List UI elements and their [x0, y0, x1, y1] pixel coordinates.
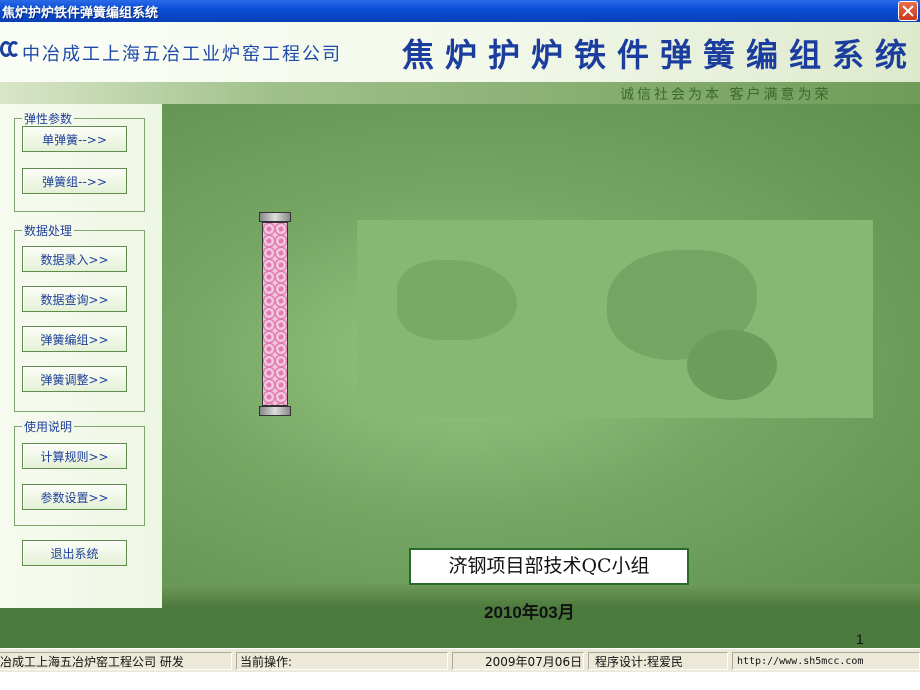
- spring-grouping-button[interactable]: 弹簧编组>>: [22, 326, 127, 352]
- calc-rules-button[interactable]: 计算规则>>: [22, 443, 127, 469]
- page-number: 1: [856, 631, 864, 647]
- title-bar: 焦炉护炉铁件弹簧编组系统: [0, 0, 920, 22]
- group-label-usage-instructions: 使用说明: [22, 418, 75, 435]
- close-icon[interactable]: [898, 1, 918, 21]
- group-label-elastic-params: 弹性参数: [22, 110, 75, 127]
- date-label: 2010年03月: [484, 603, 575, 622]
- status-date: 2009年07月06日: [452, 652, 584, 670]
- exit-button[interactable]: 退出系统: [22, 540, 127, 566]
- status-designer: 程序设计:程爱民: [588, 652, 728, 670]
- cc-logo-icon: [0, 39, 20, 59]
- window-title: 焦炉护炉铁件弹簧编组系统: [2, 6, 159, 21]
- spring-adjust-button[interactable]: 弹簧调整>>: [22, 366, 127, 392]
- slogan: 诚信社会为本 客户满意为荣: [620, 87, 832, 103]
- system-title: 焦炉护炉铁件弹簧编组系统: [402, 36, 919, 74]
- main-panel: [162, 104, 920, 608]
- status-current-op: 当前操作:: [236, 652, 448, 670]
- status-url: http://www.sh5mcc.com: [732, 652, 920, 670]
- company-name: 中冶成工上海五冶工业炉窑工程公司: [22, 44, 342, 65]
- bottom-strip: [0, 672, 920, 690]
- group-label-data-processing: 数据处理: [22, 222, 75, 239]
- data-entry-button[interactable]: 数据录入>>: [22, 246, 127, 272]
- sidebar: 弹性参数 单弹簧-->> 弹簧组-->> 数据处理 数据录入>> 数据查询>> …: [0, 104, 162, 608]
- status-company: 冶成工上海五冶炉窑工程公司 研发: [0, 652, 232, 670]
- slogan-band: 诚信社会为本 客户满意为荣: [0, 82, 920, 104]
- world-map-image: [357, 220, 873, 418]
- header-banner: 中冶成工上海五冶工业炉窑工程公司 焦炉护炉铁件弹簧编组系统: [0, 22, 920, 82]
- data-query-button[interactable]: 数据查询>>: [22, 286, 127, 312]
- scroll-ornament: [259, 212, 291, 416]
- param-settings-button[interactable]: 参数设置>>: [22, 484, 127, 510]
- single-spring-button[interactable]: 单弹簧-->>: [22, 126, 127, 152]
- status-bar: 冶成工上海五冶炉窑工程公司 研发 当前操作: 2009年07月06日 程序设计:…: [0, 648, 920, 673]
- team-label-box: 济钢项目部技术QC小组: [409, 548, 689, 585]
- spring-group-button[interactable]: 弹簧组-->>: [22, 168, 127, 194]
- group-usage-instructions: 使用说明: [14, 418, 145, 526]
